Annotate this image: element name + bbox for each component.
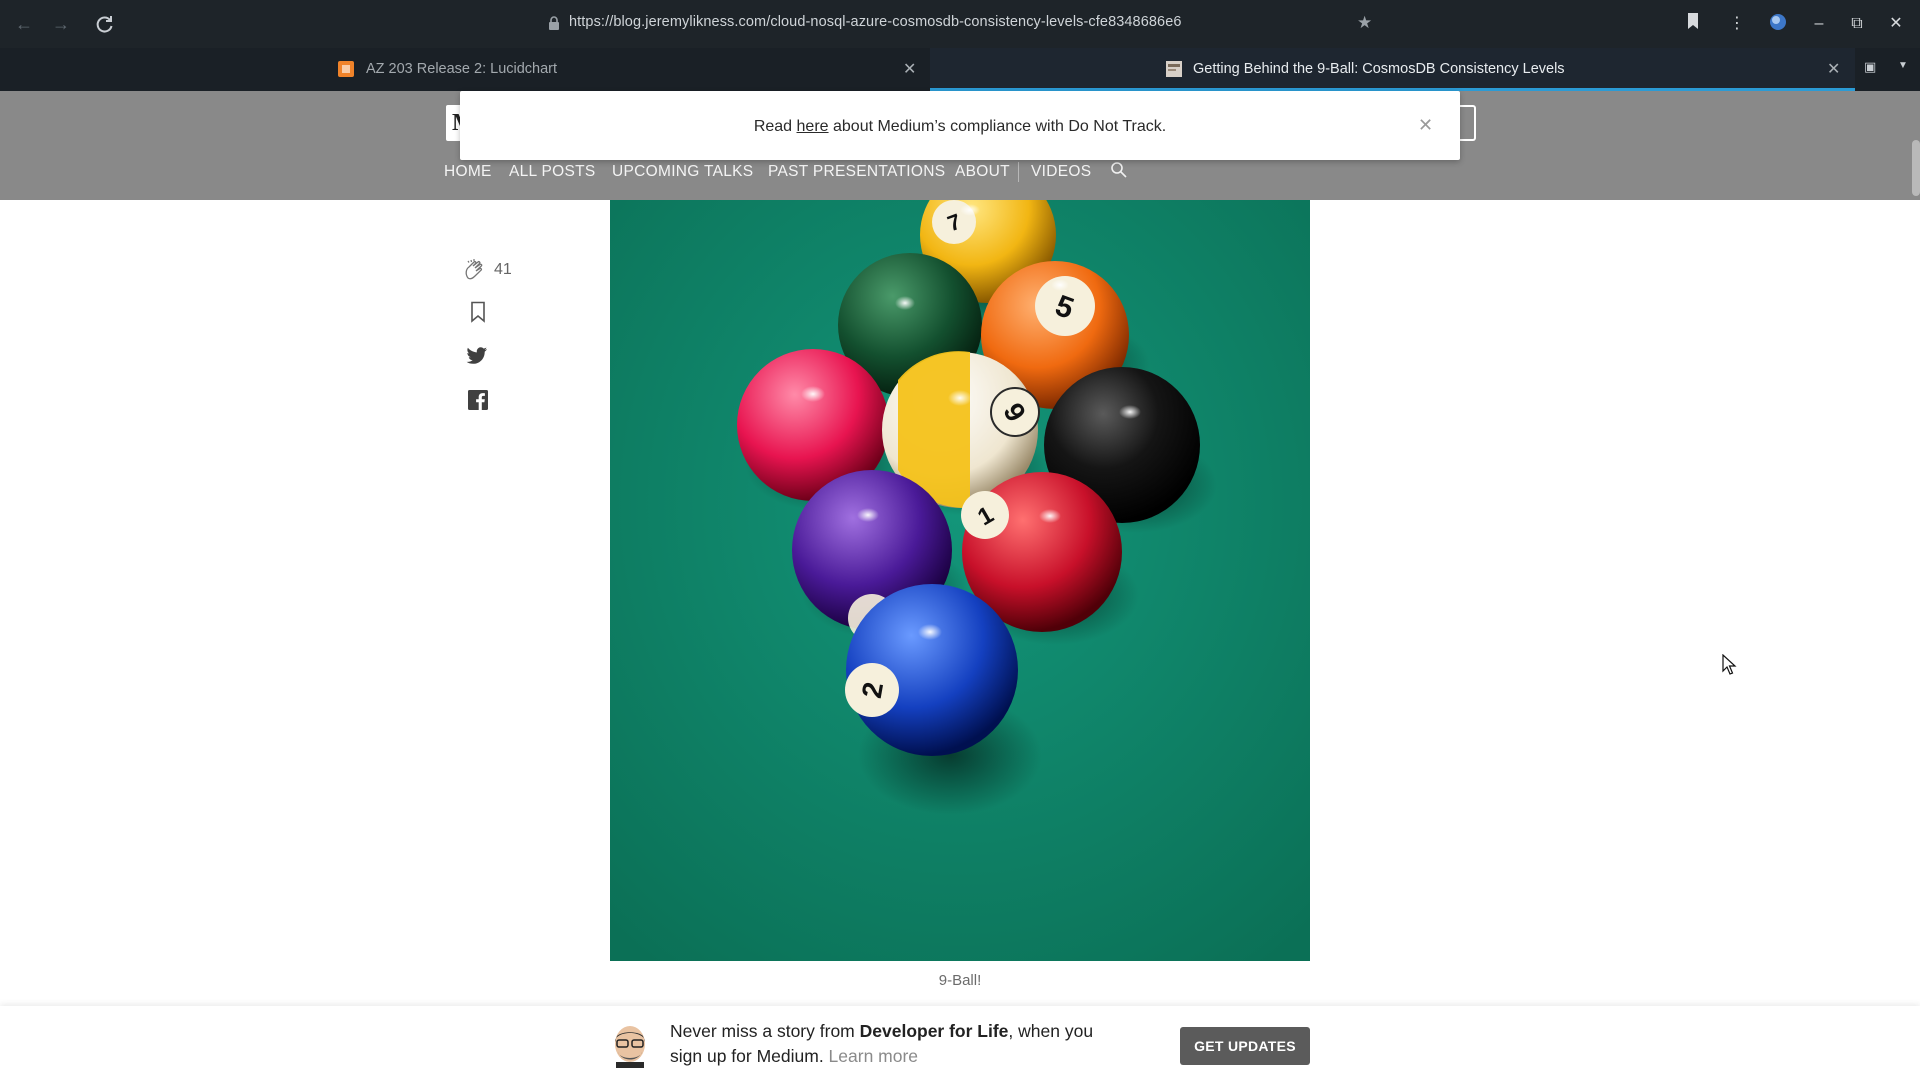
blue-ball: 2	[845, 584, 1018, 756]
cta-message-line1: Never miss a story from Developer for Li…	[670, 1021, 1093, 1042]
nav-divider	[1018, 162, 1019, 182]
publication-name[interactable]: Developer for Life	[860, 1021, 1009, 1041]
article-hero-image: 7 5 9 4	[610, 200, 1310, 961]
close-icon[interactable]: ✕	[1418, 115, 1433, 136]
cta-text: sign up for Medium.	[670, 1046, 829, 1066]
nav-home[interactable]: HOME	[444, 163, 492, 181]
lock-icon	[549, 16, 559, 30]
image-caption: 9-Ball!	[938, 972, 982, 989]
author-avatar[interactable]	[610, 1022, 650, 1068]
learn-more-link[interactable]: Learn more	[829, 1046, 919, 1066]
tab-title: AZ 203 Release 2: Lucidchart	[366, 61, 558, 77]
clap-icon[interactable]	[462, 258, 486, 282]
address-bar[interactable]: https://blog.jeremylikness.com/cloud-nos…	[569, 14, 1182, 30]
nav-about[interactable]: ABOUT	[955, 163, 1010, 181]
back-button[interactable]: ←	[12, 12, 36, 36]
clap-count: 41	[494, 261, 512, 278]
nav-past-presentations[interactable]: PAST PRESENTATIONS	[768, 163, 945, 181]
close-window-icon[interactable]: ✕	[1884, 12, 1908, 36]
nav-videos[interactable]: VIDEOS	[1031, 163, 1091, 181]
scrollbar-thumb[interactable]	[1912, 140, 1920, 196]
tab-close-icon[interactable]: ✕	[1827, 59, 1840, 79]
banner-here-link[interactable]: here	[797, 118, 829, 135]
cta-text: , when you	[1008, 1021, 1094, 1041]
bookmark-star-icon[interactable]: ★	[1357, 13, 1372, 33]
containers-icon[interactable]: ▣	[1864, 59, 1876, 75]
minimize-icon[interactable]: –	[1807, 12, 1831, 36]
tab-list-chevron-icon[interactable]: ▼	[1898, 60, 1908, 71]
reload-button[interactable]	[93, 12, 117, 36]
article-favicon-icon	[1166, 61, 1182, 77]
reload-icon	[96, 16, 113, 33]
tab-title: Getting Behind the 9-Ball: CosmosDB Cons…	[1193, 61, 1565, 77]
banner-text-prefix: Read	[753, 118, 797, 135]
get-updates-button[interactable]: GET UPDATES	[1180, 1027, 1310, 1065]
banner-text-suffix: about Medium’s compliance with Do Not Tr…	[828, 118, 1167, 135]
bookmark-icon[interactable]	[470, 301, 486, 323]
nav-upcoming-talks[interactable]: UPCOMING TALKS	[612, 163, 753, 181]
mouse-cursor-icon	[1722, 654, 1737, 675]
tab-lucidchart[interactable]: AZ 203 Release 2: Lucidchart ✕	[0, 48, 928, 91]
banner-message: Read here about Medium’s compliance with…	[460, 118, 1460, 136]
facebook-icon[interactable]	[468, 390, 488, 410]
forward-button[interactable]: →	[49, 12, 73, 36]
twitter-icon[interactable]	[466, 346, 488, 366]
cta-text: Never miss a story from	[670, 1021, 860, 1041]
nav-all-posts[interactable]: ALL POSTS	[509, 163, 596, 181]
search-icon[interactable]	[1110, 161, 1128, 179]
do-not-track-banner: Read here about Medium’s compliance with…	[460, 91, 1460, 160]
menu-kebab-icon[interactable]: ⋮	[1725, 12, 1749, 36]
tab-cosmosdb-article[interactable]: Getting Behind the 9-Ball: CosmosDB Cons…	[930, 48, 1855, 91]
cta-message-line2: sign up for Medium. Learn more	[670, 1046, 918, 1067]
restore-icon[interactable]: ⧉	[1845, 12, 1869, 36]
bookmarks-icon[interactable]	[1681, 12, 1705, 36]
signup-cta-bar	[0, 1006, 1920, 1080]
vpn-extension-icon[interactable]	[1766, 12, 1790, 36]
lucidchart-favicon-icon	[338, 61, 354, 77]
tab-close-icon[interactable]: ✕	[903, 59, 916, 79]
